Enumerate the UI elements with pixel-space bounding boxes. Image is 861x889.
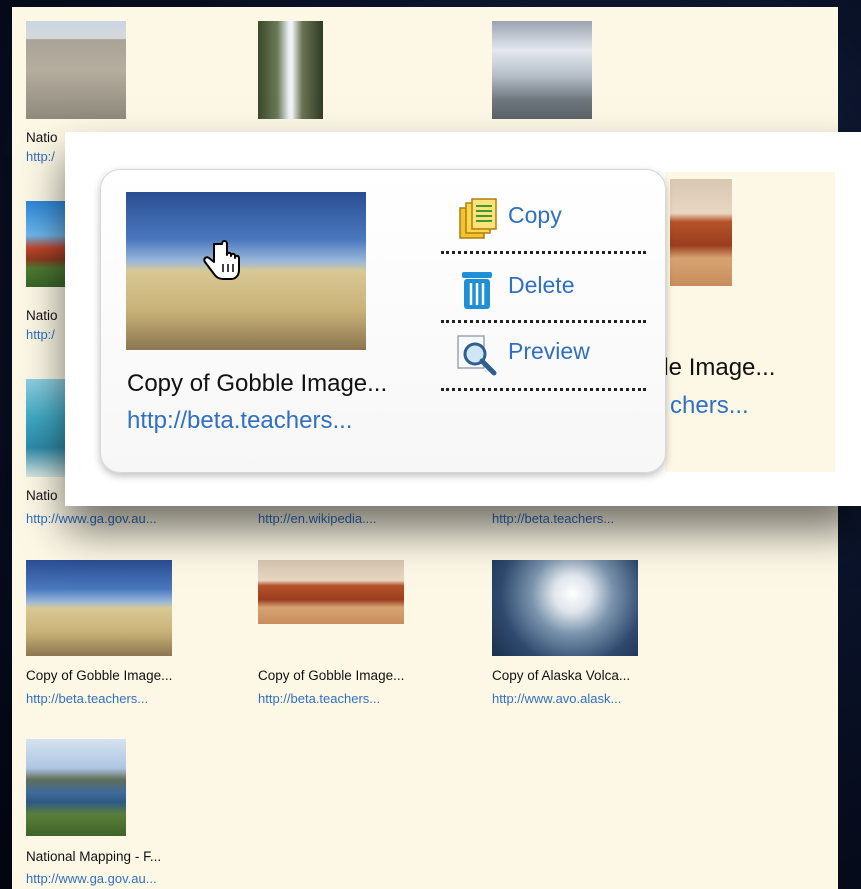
copy-icon (459, 198, 497, 239)
tile-title: Natio (26, 308, 58, 323)
trash-icon (462, 272, 492, 309)
delete-label: Delete (508, 272, 575, 298)
tile-url[interactable]: http://beta.teachers... (258, 691, 380, 706)
context-card: Copy of Gobble Image... http://beta.teac… (100, 169, 666, 473)
image-tile[interactable] (258, 21, 473, 119)
copy-menu-item[interactable]: Copy (456, 198, 656, 239)
card-title: Copy of Gobble Image... (127, 370, 388, 397)
tile-url[interactable]: http://en.wikipedia.... (258, 511, 377, 526)
thumbnail-mesa-behind (670, 179, 732, 286)
hand-cursor-icon (203, 240, 240, 280)
image-tile[interactable]: National Mapping - F... http://www.ga.go… (26, 739, 241, 886)
thumbnail-waterfall[interactable] (258, 21, 323, 119)
tile-url[interactable]: http://www.avo.alask... (492, 691, 621, 706)
thumbnail-lake[interactable] (26, 739, 126, 836)
tile-title: Copy of Gobble Image... (26, 668, 173, 683)
behind-tile-url: chers... (670, 392, 749, 419)
copy-label: Copy (508, 202, 562, 228)
menu-divider (441, 388, 646, 391)
thumbnail-snow-mountains[interactable] (492, 21, 592, 119)
thumbnail-road[interactable] (26, 21, 126, 119)
image-tile[interactable]: Natio http:/ (26, 21, 241, 164)
tile-title: Natio (26, 130, 58, 145)
image-tile[interactable] (492, 21, 707, 119)
image-tile[interactable]: Copy of Gobble Image... http://beta.teac… (258, 560, 473, 706)
card-url[interactable]: http://beta.teachers... (127, 407, 352, 435)
menu-divider (441, 251, 646, 254)
tile-url[interactable]: http://beta.teachers... (492, 511, 614, 526)
tile-url[interactable]: http:/ (26, 327, 55, 342)
tile-url[interactable]: http://beta.teachers... (26, 691, 148, 706)
thumbnail-mesa[interactable] (258, 560, 404, 624)
tile-title: National Mapping - F... (26, 849, 162, 864)
magnifier-icon (457, 335, 497, 376)
tile-title: Copy of Alaska Volca... (492, 668, 631, 683)
thumbnail-volcano[interactable] (492, 560, 638, 656)
card-thumbnail[interactable] (126, 192, 366, 350)
preview-label: Preview (508, 338, 590, 364)
tile-url[interactable]: http://www.ga.gov.au... (26, 871, 157, 886)
tile-url[interactable]: http:/ (26, 149, 55, 164)
menu-divider (441, 320, 646, 323)
delete-menu-item[interactable]: Delete (456, 268, 656, 309)
tile-title: Natio (26, 488, 58, 503)
context-menu-zoom-panel: ble Image... chers... Copy of Gobble Ima… (65, 132, 861, 506)
preview-menu-item[interactable]: Preview (456, 334, 656, 376)
thumbnail-beach[interactable] (26, 560, 172, 656)
tile-title: Copy of Gobble Image... (258, 668, 405, 683)
tile-url[interactable]: http://www.ga.gov.au... (26, 511, 157, 526)
behind-tile-title: ble Image... (650, 354, 776, 381)
image-tile[interactable]: Copy of Gobble Image... http://beta.teac… (26, 560, 241, 706)
image-tile[interactable]: Copy of Alaska Volca... http://www.avo.a… (492, 560, 707, 706)
